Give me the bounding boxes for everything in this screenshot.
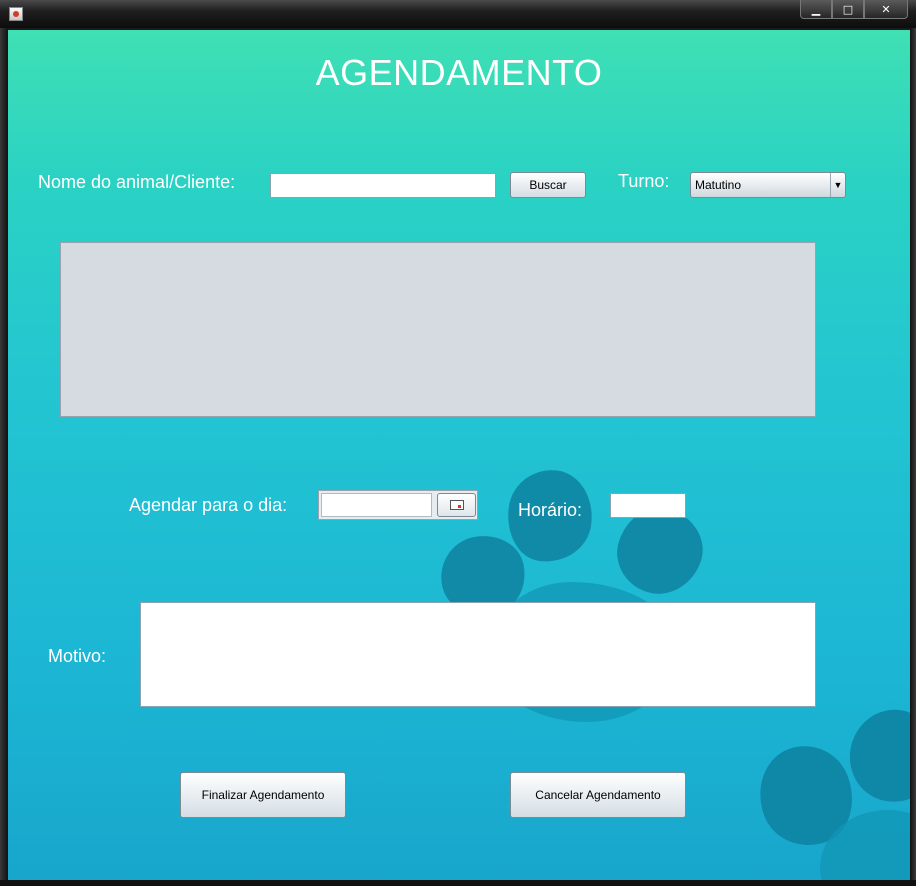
date-input[interactable] — [321, 493, 432, 517]
close-button[interactable]: ✕ — [864, 0, 908, 19]
window-frame-left — [0, 28, 8, 886]
search-button[interactable]: Buscar — [510, 172, 586, 198]
motivo-label: Motivo: — [48, 646, 107, 666]
window-controls: ▁ □ ✕ — [800, 0, 908, 19]
turno-label: Turno: — [618, 171, 670, 191]
chevron-down-icon[interactable]: ▼ — [830, 173, 845, 197]
motivo-textarea[interactable] — [140, 602, 816, 707]
turno-select[interactable]: Matutino ▼ — [690, 172, 846, 198]
calendar-button[interactable] — [437, 493, 476, 517]
horario-input[interactable] — [610, 493, 686, 518]
finalize-button[interactable]: Finalizar Agendamento — [180, 772, 346, 818]
date-chooser — [318, 490, 478, 520]
minimize-button[interactable]: ▁ — [800, 0, 832, 19]
window-title-bar: ▁ □ ✕ — [0, 0, 916, 28]
horario-label: Horário: — [518, 500, 583, 520]
cancel-button[interactable]: Cancelar Agendamento — [510, 772, 686, 818]
page-title: AGENDAMENTO — [315, 52, 603, 93]
java-app-icon — [9, 7, 23, 21]
search-results-panel[interactable] — [60, 242, 816, 417]
calendar-icon — [449, 500, 464, 510]
maximize-button[interactable]: □ — [832, 0, 864, 19]
search-input[interactable] — [270, 173, 496, 198]
turno-selected-value: Matutino — [695, 178, 742, 192]
window-frame-bottom — [0, 880, 916, 886]
form-panel: AGENDAMENTO Nome do animal/Cliente: Busc… — [8, 30, 910, 880]
window-frame-right — [910, 28, 916, 886]
date-label: Agendar para o dia: — [129, 495, 288, 515]
search-label: Nome do animal/Cliente: — [38, 172, 236, 192]
